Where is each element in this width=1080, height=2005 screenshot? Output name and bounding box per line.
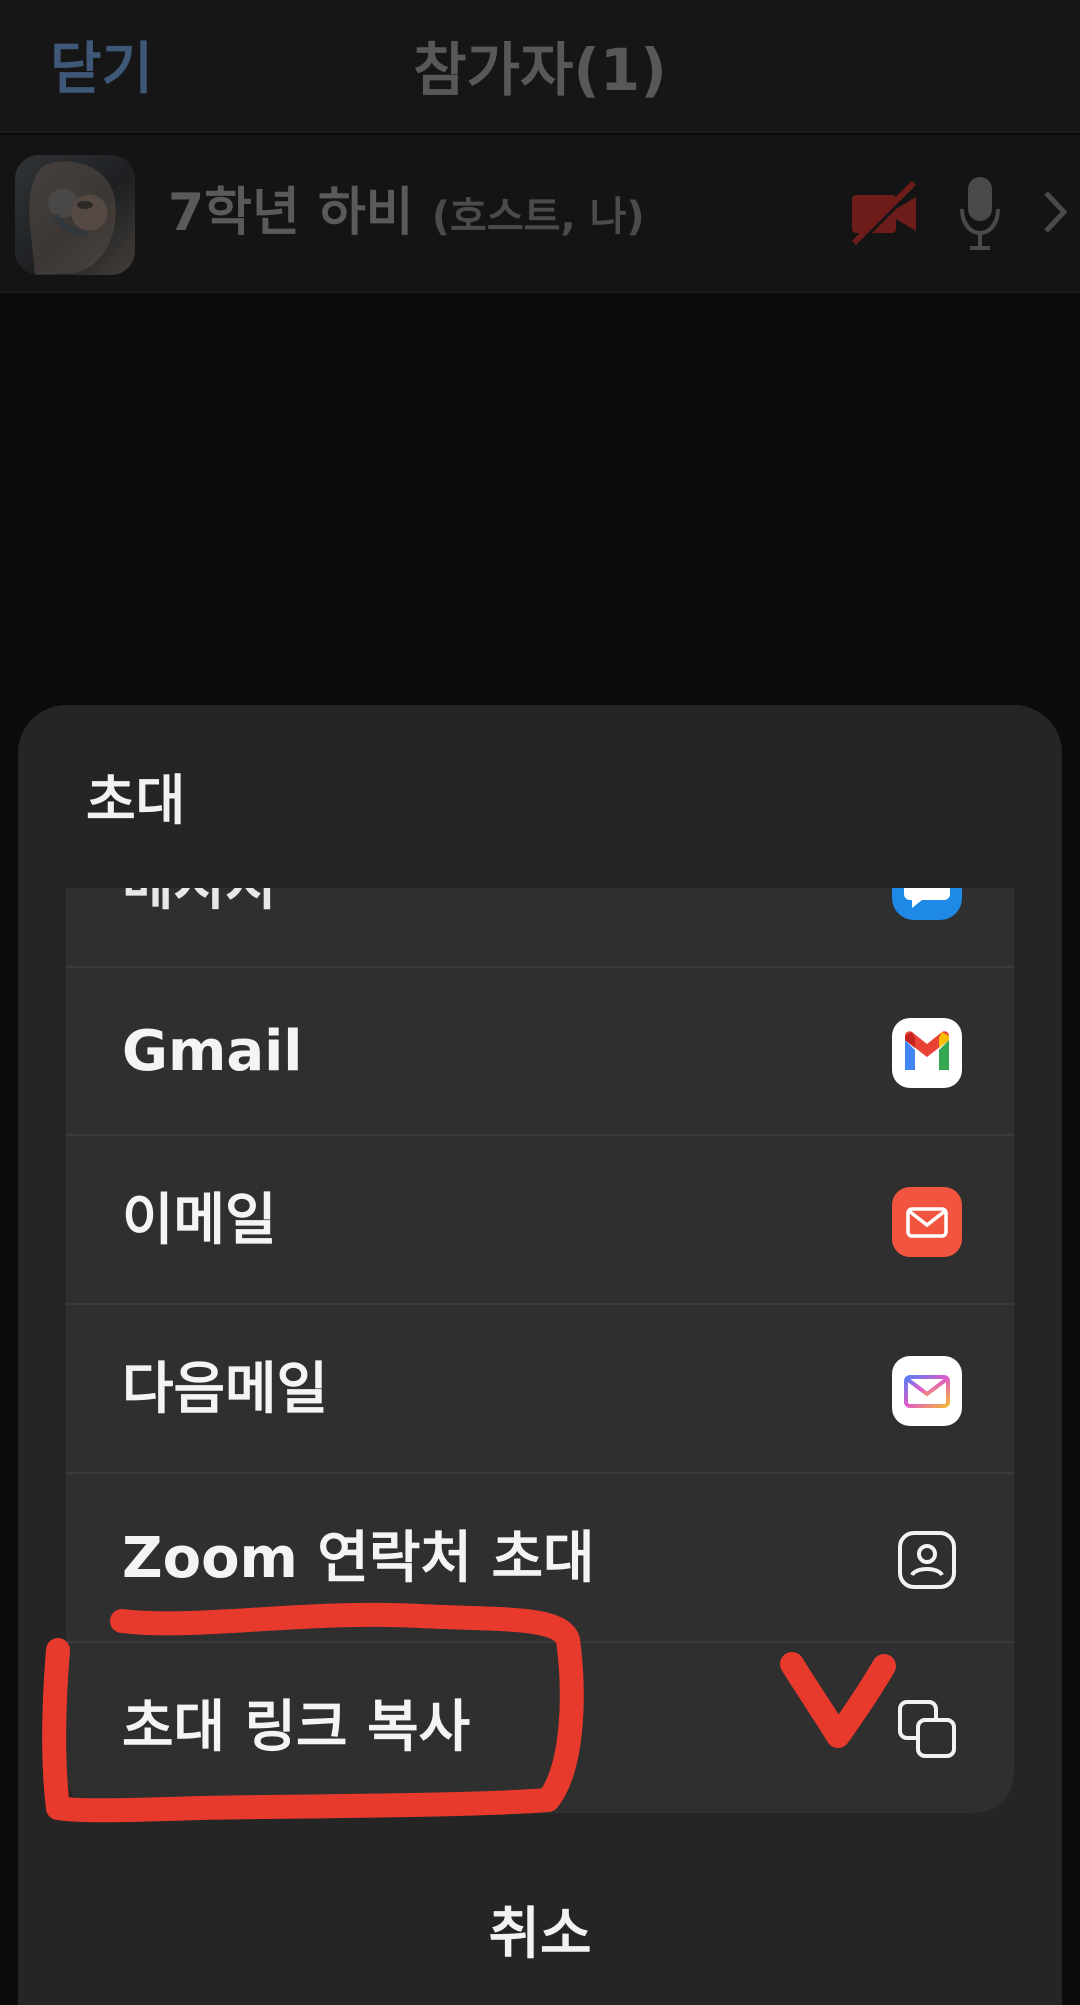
contact-icon [892, 1525, 962, 1595]
list-item-label: 이메일 [122, 1188, 277, 1253]
gmail-icon [892, 1018, 962, 1088]
cancel-button[interactable]: 취소 [18, 1895, 1062, 1975]
daum-mail-icon [892, 1356, 962, 1426]
list-item-copy-invite-link[interactable]: 초대 링크 복사 [66, 1644, 1014, 1812]
messages-icon [892, 888, 962, 920]
page-title: 참가자(1) [413, 36, 667, 104]
invite-sheet: 초대 메시지 Gmail 이메일 [18, 705, 1062, 2005]
list-item-label: 다음메일 [122, 1357, 329, 1422]
copy-icon [892, 1694, 962, 1764]
list-item-zoom-contacts[interactable]: Zoom 연락처 초대 [66, 1475, 1014, 1643]
list-item-label: Zoom 연락처 초대 [122, 1526, 595, 1591]
list-item-email[interactable]: 이메일 [66, 1137, 1014, 1305]
invite-options-list[interactable]: 메시지 Gmail 이메일 [66, 888, 1014, 1813]
video-off-icon[interactable] [848, 179, 920, 253]
avatar [15, 155, 135, 275]
participant-row[interactable]: 7학년 하비 (호스트, 나) [0, 135, 1080, 293]
chevron-right-icon[interactable] [1040, 187, 1070, 241]
list-item-messages[interactable]: 메시지 [66, 888, 1014, 968]
list-item-gmail[interactable]: Gmail [66, 968, 1014, 1136]
participant-role: (호스트, 나) [431, 194, 645, 240]
participant-name: 7학년 하비 (호스트, 나) [168, 175, 645, 255]
header-bar: 닫기 참가자(1) [0, 0, 1080, 133]
list-item-label: 메시지 [122, 888, 277, 924]
list-item-label: 초대 링크 복사 [122, 1695, 471, 1760]
microphone-icon[interactable] [958, 173, 1002, 257]
participant-name-text: 7학년 하비 [168, 183, 414, 243]
list-item-label: Gmail [122, 1019, 303, 1084]
list-item-daum-mail[interactable]: 다음메일 [66, 1306, 1014, 1474]
sheet-title: 초대 [86, 769, 186, 832]
email-icon [892, 1187, 962, 1257]
